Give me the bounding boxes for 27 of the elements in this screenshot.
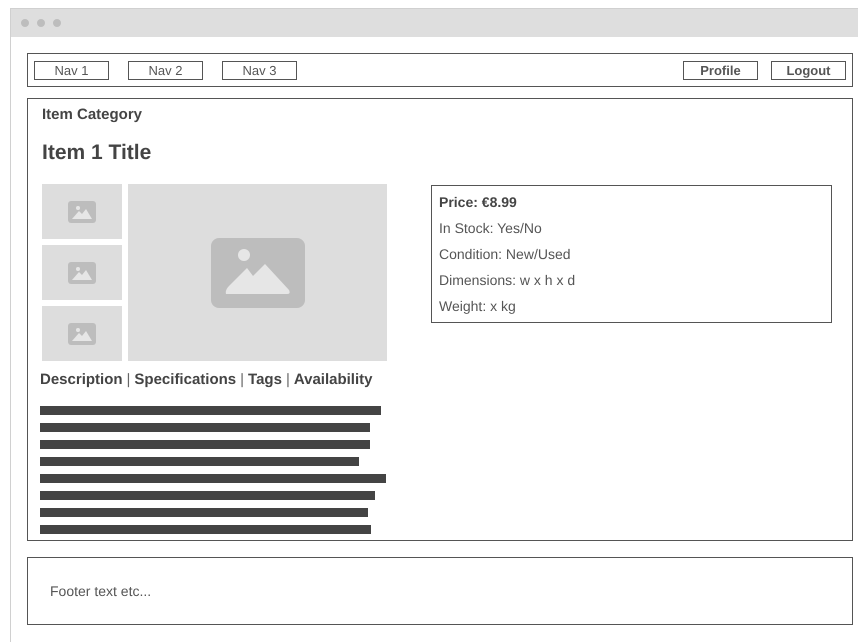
thumbnail-placeholder[interactable] xyxy=(42,184,122,239)
image-icon xyxy=(210,238,304,308)
nav-button[interactable]: Logout xyxy=(771,60,846,80)
detail-text: Dimensions: w x h x d xyxy=(439,271,576,290)
nav-button[interactable]: Profile xyxy=(683,60,758,80)
nav-button[interactable]: Nav 3 xyxy=(222,60,297,80)
image-icon xyxy=(68,262,96,284)
tab-link[interactable]: Availability xyxy=(294,369,372,392)
tab-separator: | xyxy=(126,370,130,390)
nav-button[interactable]: Nav 2 xyxy=(128,60,203,80)
nav-button[interactable]: Nav 1 xyxy=(34,60,109,80)
item-category: Item Category xyxy=(42,105,144,125)
detail-text: Condition: New/Used xyxy=(439,245,572,264)
tab-link[interactable]: Tags xyxy=(248,369,282,392)
item-title: Item 1 Title xyxy=(42,140,152,166)
tab-link[interactable]: Description xyxy=(40,369,123,392)
tab-separator: | xyxy=(286,370,290,390)
tab-link[interactable]: Specifications xyxy=(134,369,236,392)
image-icon xyxy=(68,200,96,222)
footer-text: Footer text etc... xyxy=(50,582,152,600)
thumbnail-placeholder[interactable] xyxy=(42,245,122,300)
detail-text: In Stock: Yes/No xyxy=(439,219,543,238)
tab-separator: | xyxy=(240,370,244,390)
image-icon xyxy=(68,322,96,344)
thumbnail-placeholder[interactable] xyxy=(42,306,122,361)
price-text: Price: €8.99 xyxy=(439,193,518,212)
detail-text: Weight: x kg xyxy=(439,297,517,316)
